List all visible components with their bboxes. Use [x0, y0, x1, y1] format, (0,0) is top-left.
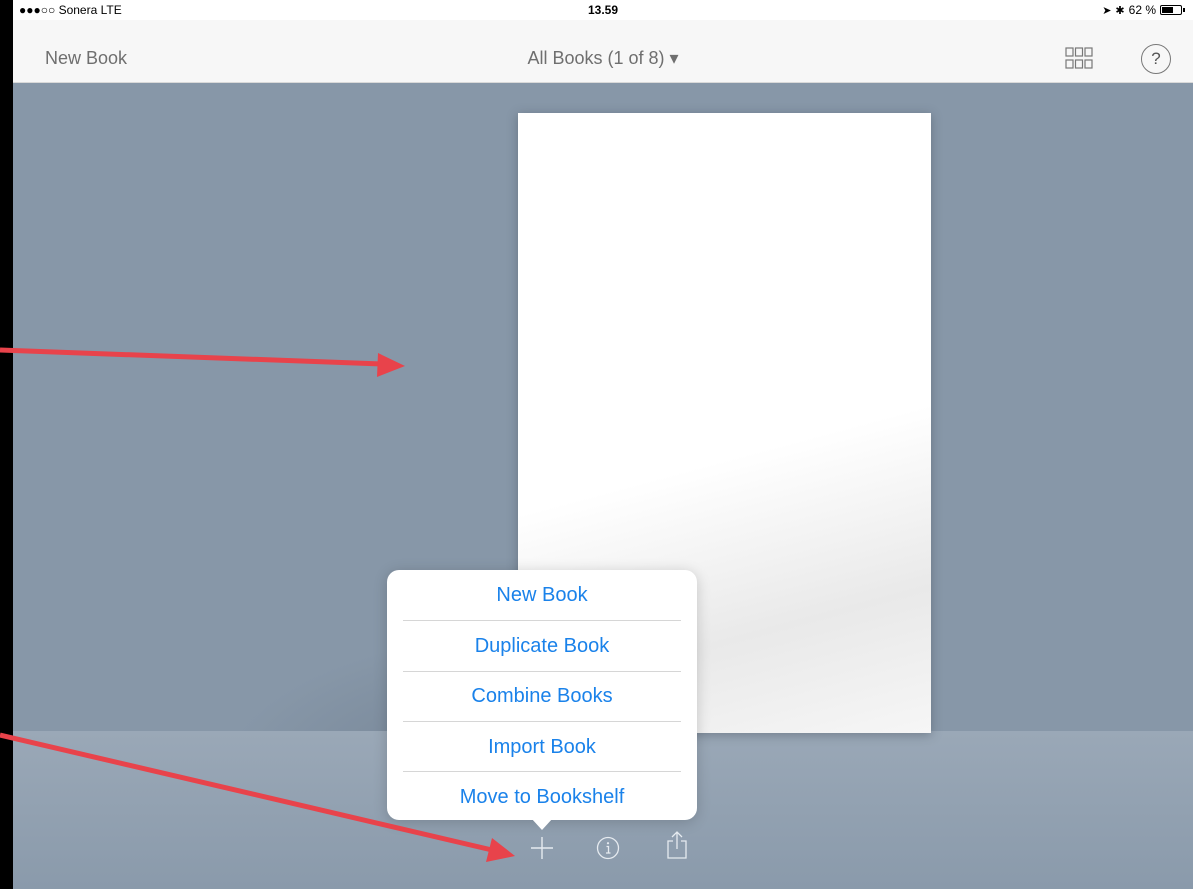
share-icon[interactable] — [664, 830, 690, 860]
menu-item-combine-books[interactable]: Combine Books — [403, 671, 681, 721]
menu-item-new-book[interactable]: New Book — [403, 570, 681, 620]
add-menu-popover: New Book Duplicate Book Combine Books Im… — [387, 570, 697, 820]
grid-view-icon[interactable] — [1065, 47, 1093, 69]
bluetooth-icon: ✱ — [1115, 4, 1125, 17]
status-time: 13.59 — [587, 3, 619, 17]
ipad-screen: ●●●○○ Sonera LTE 13.59 ➤ ✱ 62 % New Book… — [13, 0, 1193, 889]
menu-item-import-book[interactable]: Import Book — [403, 722, 681, 772]
menu-item-duplicate-book[interactable]: Duplicate Book — [403, 621, 681, 671]
navigation-bar: New Book All Books (1 of 8) ▾ ? — [13, 20, 1193, 83]
battery-nub — [1183, 8, 1185, 12]
battery-percent: 62 % — [1128, 3, 1156, 17]
status-bar: ●●●○○ Sonera LTE 13.59 ➤ ✱ 62 % — [13, 0, 1193, 20]
battery-icon — [1160, 5, 1182, 15]
info-icon[interactable] — [596, 836, 620, 860]
menu-item-move-to-bookshelf[interactable]: Move to Bookshelf — [403, 772, 681, 822]
plus-icon[interactable] — [530, 836, 554, 860]
popover-arrow — [531, 818, 553, 830]
help-icon[interactable]: ? — [1141, 44, 1171, 74]
location-icon: ➤ — [1102, 4, 1112, 17]
status-right: ➤ ✱ 62 % — [1102, 3, 1185, 17]
all-books-dropdown[interactable]: All Books (1 of 8) ▾ — [13, 48, 1193, 69]
